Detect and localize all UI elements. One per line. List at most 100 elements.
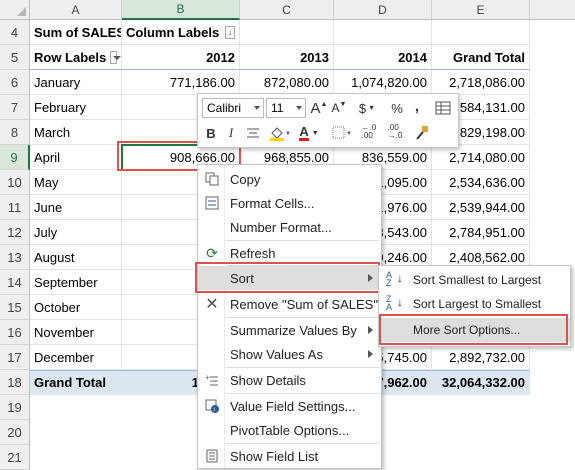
menu-item-sort-ascending[interactable]: A Z ↓ Sort Smallest to Largest xyxy=(379,268,570,292)
month-label[interactable]: June xyxy=(30,195,122,220)
total-cell[interactable]: 2,784,951.00 xyxy=(432,220,530,245)
menu-item-refresh[interactable]: ⟳ Refresh xyxy=(198,241,381,265)
total-cell[interactable]: 2,534,636.00 xyxy=(432,170,530,195)
menu-item-remove-field[interactable]: ✕ Remove "Sum of SALES" xyxy=(198,292,381,316)
increase-decimal-button[interactable]: ←.0 .00 xyxy=(358,122,380,142)
year-header[interactable]: 2014 xyxy=(334,45,432,70)
row-header[interactable]: 10 xyxy=(0,170,30,195)
year-header[interactable]: 2012 xyxy=(122,45,240,70)
column-header-e[interactable]: E xyxy=(432,0,530,20)
menu-item-summarize-values[interactable]: Summarize Values By xyxy=(198,318,381,342)
sort-desc-icon: Z A ↓ xyxy=(386,294,403,312)
decrease-decimal-button[interactable]: .00 →.0 xyxy=(384,122,406,142)
row-header[interactable]: 21 xyxy=(0,445,30,470)
row-header[interactable]: 6 xyxy=(0,70,30,95)
month-label[interactable]: December xyxy=(30,345,122,370)
font-name-box[interactable]: Calibri xyxy=(202,98,264,118)
row-header[interactable]: 13 xyxy=(0,245,30,270)
row-header[interactable]: 9 xyxy=(0,145,30,170)
grand-total-cell[interactable]: 32,064,332.00 xyxy=(432,370,530,395)
menu-item-copy[interactable]: Copy xyxy=(198,167,381,191)
column-header-b[interactable]: B xyxy=(122,0,240,20)
menu-item-sort-descending[interactable]: Z A ↓ Sort Largest to Smallest xyxy=(379,292,570,316)
format-painter-button[interactable] xyxy=(412,123,432,143)
row-header[interactable]: 15 xyxy=(0,295,30,320)
row-header[interactable]: 19 xyxy=(0,395,30,420)
menu-item-show-field-list[interactable]: Show Field List xyxy=(198,444,381,468)
menu-item-sort[interactable]: Sort xyxy=(198,266,381,290)
year-header[interactable]: 2013 xyxy=(240,45,334,70)
row-header[interactable]: 4 xyxy=(0,20,30,45)
grand-total-header[interactable]: Grand Total xyxy=(432,45,530,70)
month-label[interactable]: July xyxy=(30,220,122,245)
value-cell[interactable]: 872,080.00 xyxy=(240,70,334,95)
cell-empty[interactable] xyxy=(432,20,530,45)
menu-item-value-field-settings[interactable]: i Value Field Settings... xyxy=(198,394,381,418)
row-header[interactable]: 8 xyxy=(0,120,30,145)
month-label[interactable]: February xyxy=(30,95,122,120)
comma-style-button[interactable]: , xyxy=(411,96,423,116)
row-header[interactable]: 14 xyxy=(0,270,30,295)
font-color-button[interactable]: A ▼ xyxy=(296,123,322,143)
row-header[interactable]: 12 xyxy=(0,220,30,245)
menu-item-pivottable-options[interactable]: PivotTable Options... xyxy=(198,418,381,442)
menu-item-label: Show Field List xyxy=(230,448,319,464)
borders-button[interactable]: ▼ xyxy=(330,123,354,143)
cell-empty[interactable] xyxy=(334,20,432,45)
menu-item-show-values-as[interactable]: Show Values As xyxy=(198,342,381,366)
row-header[interactable]: 17 xyxy=(0,345,30,370)
field-settings-icon: i xyxy=(204,398,220,414)
month-label[interactable]: August xyxy=(30,245,122,270)
context-menu: Copy Format Cells... Number Format... ⟳ … xyxy=(197,164,382,469)
pivot-values-caption[interactable]: Sum of SALES xyxy=(30,20,122,45)
currency-button[interactable]: $ ▼ xyxy=(356,98,378,118)
submenu-arrow-icon xyxy=(368,274,373,282)
total-cell[interactable]: 2,718,086.00 xyxy=(432,70,530,95)
month-label[interactable]: January xyxy=(30,70,122,95)
menu-item-number-format[interactable]: Number Format... xyxy=(198,215,381,239)
percent-button[interactable]: % xyxy=(389,98,405,118)
value-cell[interactable]: 771,186.00 xyxy=(122,70,240,95)
row-header[interactable]: 20 xyxy=(0,420,30,445)
row-labels-cell[interactable]: Row Labels xyxy=(30,45,122,70)
increase-font-button[interactable]: A ▲ xyxy=(310,98,328,118)
row-header[interactable]: 11 xyxy=(0,195,30,220)
italic-button[interactable]: I xyxy=(222,123,240,143)
row-header[interactable]: 5 xyxy=(0,45,30,70)
svg-text:i: i xyxy=(214,408,215,414)
format-table-button[interactable] xyxy=(433,98,453,118)
grand-total-label[interactable]: Grand Total xyxy=(30,370,122,395)
column-header-d[interactable]: D xyxy=(334,0,432,20)
menu-item-show-details[interactable]: + Show Details xyxy=(198,368,381,392)
svg-text:▼: ▼ xyxy=(346,131,352,137)
total-cell[interactable]: 2,539,944.00 xyxy=(432,195,530,220)
month-label[interactable]: September xyxy=(30,270,122,295)
row-header[interactable]: 16 xyxy=(0,320,30,345)
row-header[interactable]: 18 xyxy=(0,370,30,395)
month-label[interactable]: May xyxy=(30,170,122,195)
menu-item-format-cells[interactable]: Format Cells... xyxy=(198,191,381,215)
month-label[interactable]: March xyxy=(30,120,122,145)
column-header-a[interactable]: A xyxy=(30,0,122,20)
month-label[interactable]: October xyxy=(30,295,122,320)
align-center-button[interactable] xyxy=(244,123,262,143)
column-header-c[interactable]: C xyxy=(240,0,334,20)
borders-icon: ▼ xyxy=(332,126,352,139)
month-label[interactable]: November xyxy=(30,320,122,345)
fill-color-button[interactable]: ▼ xyxy=(266,123,292,143)
month-label[interactable]: April xyxy=(30,145,122,170)
font-size-box[interactable]: 11 xyxy=(266,98,306,118)
column-labels-cell[interactable]: Column Labels ↓ xyxy=(122,20,240,45)
filter-sort-icon[interactable]: ↓ xyxy=(225,25,235,39)
total-cell[interactable]: 2,892,732.00 xyxy=(432,345,530,370)
row-header[interactable]: 7 xyxy=(0,95,30,120)
menu-item-label: Sort Largest to Smallest xyxy=(413,297,542,311)
value-cell[interactable]: 1,074,820.00 xyxy=(334,70,432,95)
cell-empty[interactable] xyxy=(240,20,334,45)
bold-button[interactable]: B xyxy=(202,123,220,143)
row-labels-dropdown-icon[interactable] xyxy=(110,50,121,64)
decrease-font-button[interactable]: A ▼ xyxy=(330,98,348,118)
select-all-corner[interactable] xyxy=(0,0,30,20)
total-cell[interactable]: 2,714,080.00 xyxy=(432,145,530,170)
menu-item-more-sort-options[interactable]: More Sort Options... xyxy=(379,318,570,342)
